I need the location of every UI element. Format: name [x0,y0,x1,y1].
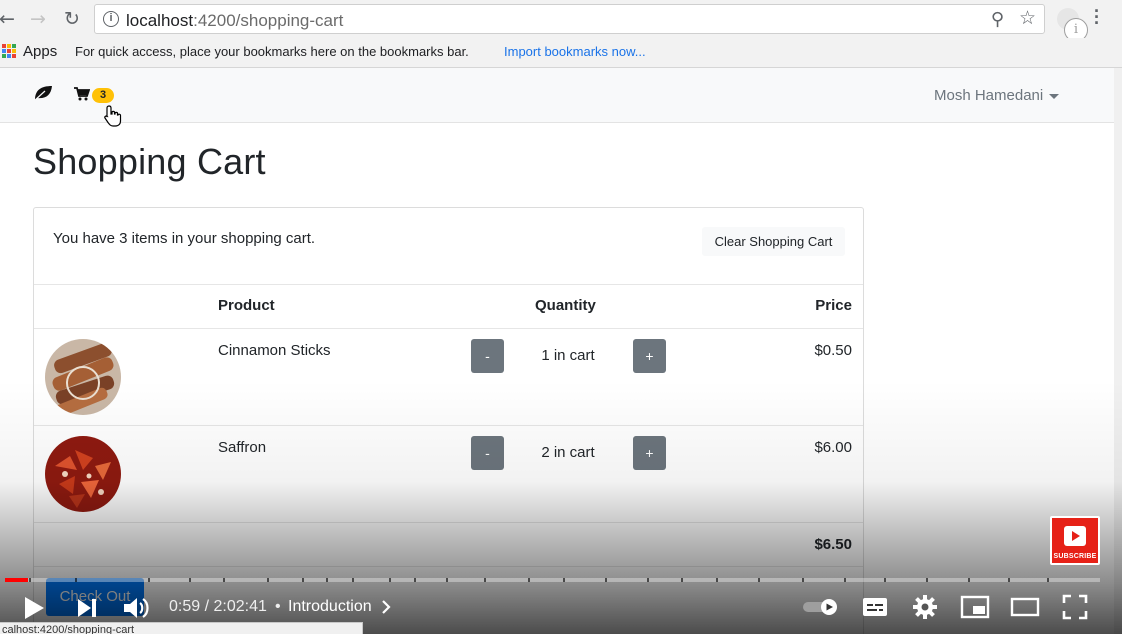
back-icon[interactable]: ← [0,8,17,30]
table-divider [34,566,863,567]
theater-mode-icon[interactable] [1010,595,1040,619]
apps-link[interactable]: Apps [23,43,57,60]
subtitles-icon[interactable] [862,596,888,618]
decrease-quantity-button[interactable]: - [471,436,504,470]
increase-quantity-button[interactable]: + [633,339,666,373]
scrollbar[interactable] [1114,68,1122,634]
page-title: Shopping Cart [33,141,266,182]
table-divider [34,522,863,523]
cart-card: You have 3 items in your shopping cart. … [33,207,864,634]
cart-total: $6.50 [814,536,852,553]
chapter-markers [29,578,1049,582]
bookmarks-bar: Apps For quick access, place your bookma… [0,38,1122,68]
product-price: $0.50 [814,342,852,359]
product-name: Saffron [218,439,267,456]
user-menu-toggle[interactable]: Mosh Hamedani [934,87,1060,104]
cart-count-badge: 3 [92,88,114,103]
screen: ← → ↻ i localhost:4200/shopping-cart ⚲ ☆… [0,0,1122,634]
column-header-quantity: Quantity [535,297,596,314]
bookmarks-hint: For quick access, place your bookmarks h… [75,44,469,59]
product-image [45,339,121,415]
play-icon[interactable] [22,595,46,621]
column-header-price: Price [815,297,852,314]
cart-link[interactable]: 3 [74,86,118,106]
video-progress-bar[interactable] [5,578,1100,582]
product-name: Cinnamon Sticks [218,342,331,359]
apps-grid-icon[interactable] [2,44,16,58]
play-triangle-icon [1064,526,1086,546]
leaf-logo-icon[interactable] [33,84,53,102]
volume-icon[interactable] [122,595,152,621]
product-image [45,436,121,512]
address-bar[interactable]: i localhost:4200/shopping-cart ⚲ ☆ [94,4,1045,34]
user-name: Mosh Hamedani [934,87,1044,104]
chapter-separator: • [275,598,281,615]
autoplay-toggle-icon[interactable] [802,598,840,616]
quantity-text: 2 in cart [541,444,595,461]
fullscreen-icon[interactable] [1062,594,1088,620]
increase-quantity-button[interactable]: + [633,436,666,470]
browser-toolbar: ← → ↻ i localhost:4200/shopping-cart ⚲ ☆… [0,0,1122,42]
reload-icon[interactable]: ↻ [62,8,82,30]
clear-cart-button[interactable]: Clear Shopping Cart [702,227,845,256]
import-bookmarks-link[interactable]: Import bookmarks now... [504,44,646,59]
browser-menu-icon[interactable]: · · · [1094,2,1100,32]
shopping-cart-icon [74,87,90,101]
url-text: localhost:4200/shopping-cart [126,11,344,30]
app-navbar: 3 Mosh Hamedani [0,68,1114,123]
subscribe-button[interactable]: SUBSCRIBE [1050,516,1100,565]
decrease-quantity-button[interactable]: - [471,339,504,373]
site-info-icon[interactable]: i [103,11,119,27]
subscribe-label: SUBSCRIBE [1053,553,1097,560]
bookmark-star-icon[interactable]: ☆ [1019,7,1036,29]
chevron-right-icon[interactable] [380,598,392,616]
next-video-icon[interactable] [76,597,98,619]
chapter-title[interactable]: Introduction [288,598,372,616]
hand-cursor-icon [104,105,122,127]
forward-icon[interactable]: → [28,8,48,30]
column-header-product: Product [218,297,275,314]
quantity-text: 1 in cart [541,347,595,364]
table-divider [34,425,863,426]
status-bar-url: calhost:4200/shopping-cart [0,622,363,634]
caret-down-icon [1049,93,1060,99]
miniplayer-icon[interactable] [960,595,990,619]
table-divider [34,284,863,285]
table-divider [34,328,863,329]
settings-gear-icon[interactable] [912,594,938,620]
product-price: $6.00 [814,439,852,456]
video-time: 0:59 / 2:02:41 [169,598,267,615]
search-icon[interactable]: ⚲ [991,9,1004,30]
cart-summary: You have 3 items in your shopping cart. [53,230,316,247]
